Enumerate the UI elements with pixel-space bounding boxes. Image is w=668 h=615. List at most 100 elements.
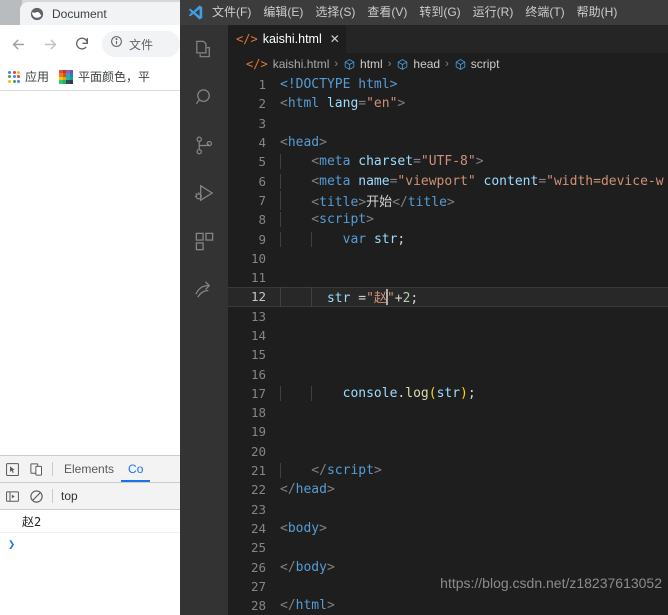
code-line[interactable]: 28 </html> [228, 596, 668, 615]
close-icon[interactable]: ✕ [330, 33, 340, 45]
code-line[interactable]: 3 [228, 114, 668, 133]
console-message: 赵2 [0, 510, 180, 533]
extensions-icon[interactable] [180, 217, 228, 265]
code-token: ( [428, 385, 437, 401]
code-line[interactable]: 26 </body> [228, 557, 668, 576]
menu-view[interactable]: 查看(V) [361, 0, 413, 25]
code-token: body [295, 559, 327, 575]
menu-edit[interactable]: 编辑(E) [257, 0, 309, 25]
code-token: html [287, 96, 320, 112]
menu-selection[interactable]: 选择(S) [309, 0, 361, 25]
devtools-console-toolbar: top [0, 483, 180, 510]
devtools-tab-bar: Elements Co [0, 456, 180, 483]
console-input-prompt[interactable]: ❯ [0, 533, 180, 555]
code-line[interactable]: 5 <meta charset="UTF-8"> [228, 152, 668, 171]
code-line-text: <meta name="viewport" content="width=dev… [280, 173, 668, 189]
symbol-cube-icon [455, 58, 466, 70]
explorer-files-icon[interactable] [180, 25, 228, 73]
menu-help[interactable]: 帮助(H) [571, 0, 624, 25]
line-number: 22 [250, 482, 266, 498]
code-line[interactable]: 12 str ="赵"+2; [228, 287, 668, 307]
bookmark-flat-colors[interactable]: 平面颜色，平 [59, 68, 150, 85]
code-line[interactable]: 20 [228, 442, 668, 461]
tab-console[interactable]: Co [121, 457, 151, 482]
code-line-text: <!DOCTYPE html> [280, 77, 668, 92]
code-line[interactable]: 22 </head> [228, 480, 668, 499]
run-and-debug-icon[interactable] [180, 169, 228, 217]
code-line[interactable]: 6 <meta name="viewport" content="width=d… [228, 171, 668, 190]
code-line[interactable]: 10 [228, 249, 668, 268]
code-line[interactable]: 23 [228, 500, 668, 519]
device-toolbar-icon[interactable] [24, 457, 48, 481]
code-token: name [358, 173, 390, 189]
line-number: 2 [258, 96, 266, 112]
breadcrumb-item-html[interactable]: html [343, 57, 383, 71]
code-line[interactable]: 15 [228, 345, 668, 364]
info-circle-icon[interactable] [110, 35, 123, 53]
code-line[interactable]: 2 <html lang="en"> [228, 94, 668, 113]
html-file-icon: </> [236, 32, 258, 46]
breadcrumb-file[interactable]: kaishi.html [273, 57, 330, 71]
code-line[interactable]: 19 [228, 422, 668, 441]
code-line-text: </body> [280, 560, 668, 575]
editor-area: </> kaishi.html ✕ </> kaishi.html › html… [228, 25, 668, 615]
address-bar[interactable]: 文件 [102, 31, 180, 57]
line-number: 19 [250, 424, 266, 440]
code-line[interactable]: 4 <head> [228, 133, 668, 152]
editor-tab-label: kaishi.html [262, 32, 322, 46]
code-line[interactable]: 27 [228, 577, 668, 596]
reload-icon[interactable] [68, 30, 96, 58]
line-number: 12 [250, 289, 266, 305]
code-token: </ [280, 482, 296, 498]
line-number: 11 [250, 270, 266, 286]
code-token: < [280, 135, 288, 151]
code-editor-content[interactable]: 1 <!DOCTYPE html> 2 <html lang="en"> 3 4 <head… [228, 75, 668, 615]
indent-guide [280, 212, 281, 228]
console-context-selector[interactable]: top [61, 489, 78, 503]
breadcrumb-label: head [413, 57, 441, 71]
console-sidebar-icon[interactable] [0, 484, 24, 508]
code-token: = [350, 291, 367, 307]
vscode-menu-bar: 文件(F) 编辑(E) 选择(S) 查看(V) 转到(G) 运行(R) 终端(T… [180, 0, 668, 25]
editor-tab-kaishi-html[interactable]: </> kaishi.html ✕ [228, 25, 347, 53]
forward-arrow-icon[interactable] [36, 30, 64, 58]
breadcrumb-item-head[interactable]: head [396, 57, 440, 71]
source-control-icon[interactable] [180, 121, 228, 169]
code-token: > [373, 463, 382, 479]
inspect-cursor-icon[interactable] [0, 457, 24, 481]
line-number: 8 [258, 212, 266, 228]
code-line[interactable]: 1 <!DOCTYPE html> [228, 75, 668, 94]
code-line[interactable]: 25 [228, 538, 668, 557]
code-line[interactable]: 7 <title>开始</title> [228, 190, 668, 210]
bookmark-label: 应用 [25, 70, 50, 84]
code-line[interactable]: 13 [228, 307, 668, 326]
code-line[interactable]: 21 </script> [228, 461, 668, 480]
back-arrow-icon[interactable] [4, 30, 32, 58]
menu-go[interactable]: 转到(G) [413, 0, 466, 25]
clear-console-icon[interactable] [24, 484, 48, 508]
breadcrumb-item-script[interactable]: script [454, 57, 499, 71]
code-line[interactable]: 16 [228, 364, 668, 383]
search-icon[interactable] [180, 73, 228, 121]
bookmark-apps[interactable]: 应用 [8, 68, 49, 85]
code-token: </ [280, 463, 327, 479]
remote-share-icon[interactable] [180, 265, 228, 313]
tab-elements[interactable]: Elements [57, 457, 121, 482]
menu-file[interactable]: 文件(F) [206, 0, 257, 25]
code-line[interactable]: 9 var str; [228, 229, 668, 248]
code-line[interactable]: 14 [228, 326, 668, 345]
code-line[interactable]: 11 [228, 268, 668, 287]
code-token: title [407, 194, 447, 210]
menu-terminal[interactable]: 终端(T) [519, 0, 570, 25]
code-line[interactable]: 24 <body> [228, 519, 668, 538]
code-token: < [280, 212, 320, 228]
apps-grid-icon [8, 70, 20, 83]
code-line[interactable]: 8 <script> [228, 210, 668, 229]
browser-tab[interactable]: Document [20, 2, 180, 25]
code-token: < [280, 96, 288, 112]
code-line[interactable]: 18 [228, 403, 668, 422]
code-line[interactable]: 17 console.log(str); [228, 384, 668, 403]
code-token: "en" [366, 96, 398, 112]
menu-run[interactable]: 运行(R) [467, 0, 520, 25]
